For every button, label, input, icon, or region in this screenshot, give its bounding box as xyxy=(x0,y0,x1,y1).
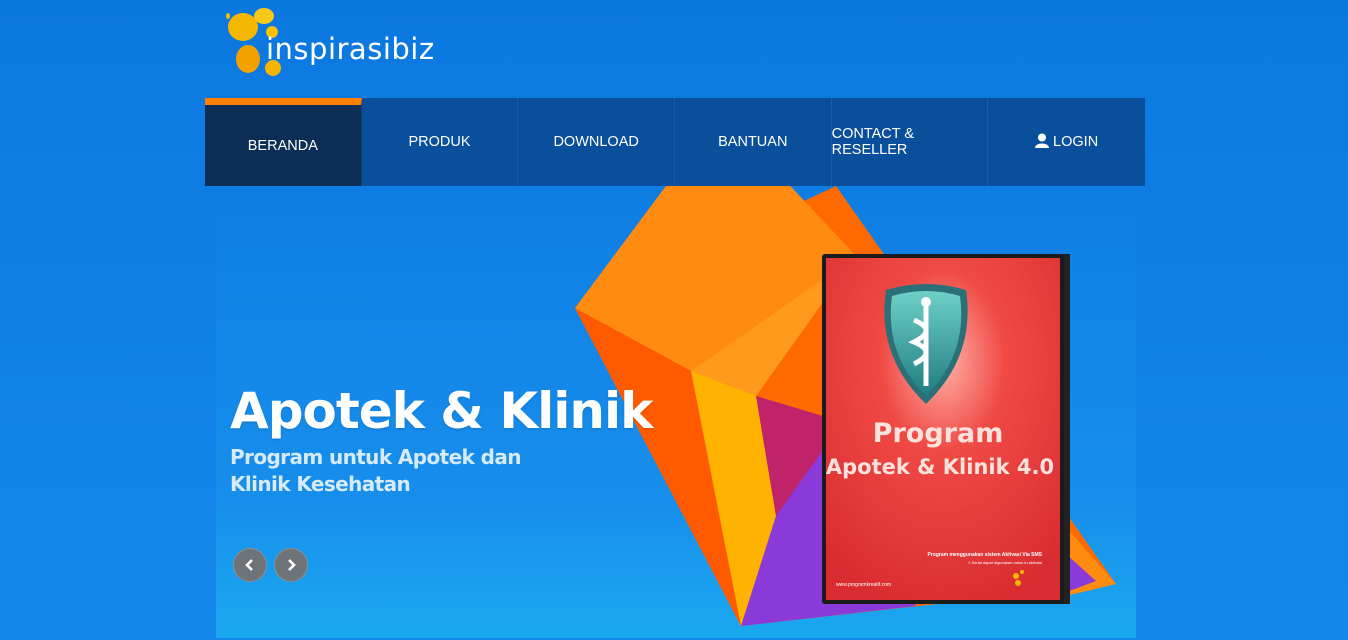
caduceus-head xyxy=(921,297,931,307)
box-note-line2: 1 Serial dapat digunakan untuk in aktiva… xyxy=(968,560,1042,565)
hero-subtitle: Program untuk Apotek dan Klinik Kesehata… xyxy=(230,445,521,496)
main-nav: BERANDA PRODUK DOWNLOAD BANTUAN CONTACT … xyxy=(205,98,1145,186)
nav-item-label: PRODUK xyxy=(408,134,471,150)
nav-item-download[interactable]: DOWNLOAD xyxy=(518,98,675,186)
box-url: www.programkreatif.com xyxy=(836,582,891,588)
nav-item-label: DOWNLOAD xyxy=(553,134,639,150)
nav-item-login[interactable]: LOGIN xyxy=(988,98,1145,186)
chevron-right-icon xyxy=(288,559,296,571)
nav-item-contact-reseller[interactable]: CONTACT & RESELLER xyxy=(832,98,989,186)
chevron-left-icon xyxy=(245,559,253,571)
nav-item-produk[interactable]: PRODUK xyxy=(362,98,519,186)
nav-item-beranda[interactable]: BERANDA xyxy=(205,98,362,186)
brand-name: inspirasibiz xyxy=(266,32,435,66)
nav-item-label: BANTUAN xyxy=(718,134,788,150)
slider-prev-button[interactable] xyxy=(233,548,267,582)
hero-slider: Program Apotek & Klinik 4.0 Program meng… xyxy=(216,186,1136,638)
box-title-line2: Apotek & Klinik 4.0 xyxy=(826,455,1054,479)
box-note-line1: Program menggunakan sistem Aktivasi Via … xyxy=(928,552,1043,558)
nav-item-label: BERANDA xyxy=(247,137,318,154)
nav-item-label: CONTACT & RESELLER xyxy=(831,126,915,158)
nav-item-bantuan[interactable]: BANTUAN xyxy=(675,98,832,186)
box-title-line1: Program xyxy=(873,418,1004,449)
user-icon xyxy=(1035,133,1050,152)
slider-next-button[interactable] xyxy=(274,548,308,582)
nav-item-label: LOGIN xyxy=(1053,134,1099,150)
brand-logo[interactable]: inspirasibiz xyxy=(226,6,446,80)
hero-title: Apotek & Klinik xyxy=(230,382,653,440)
